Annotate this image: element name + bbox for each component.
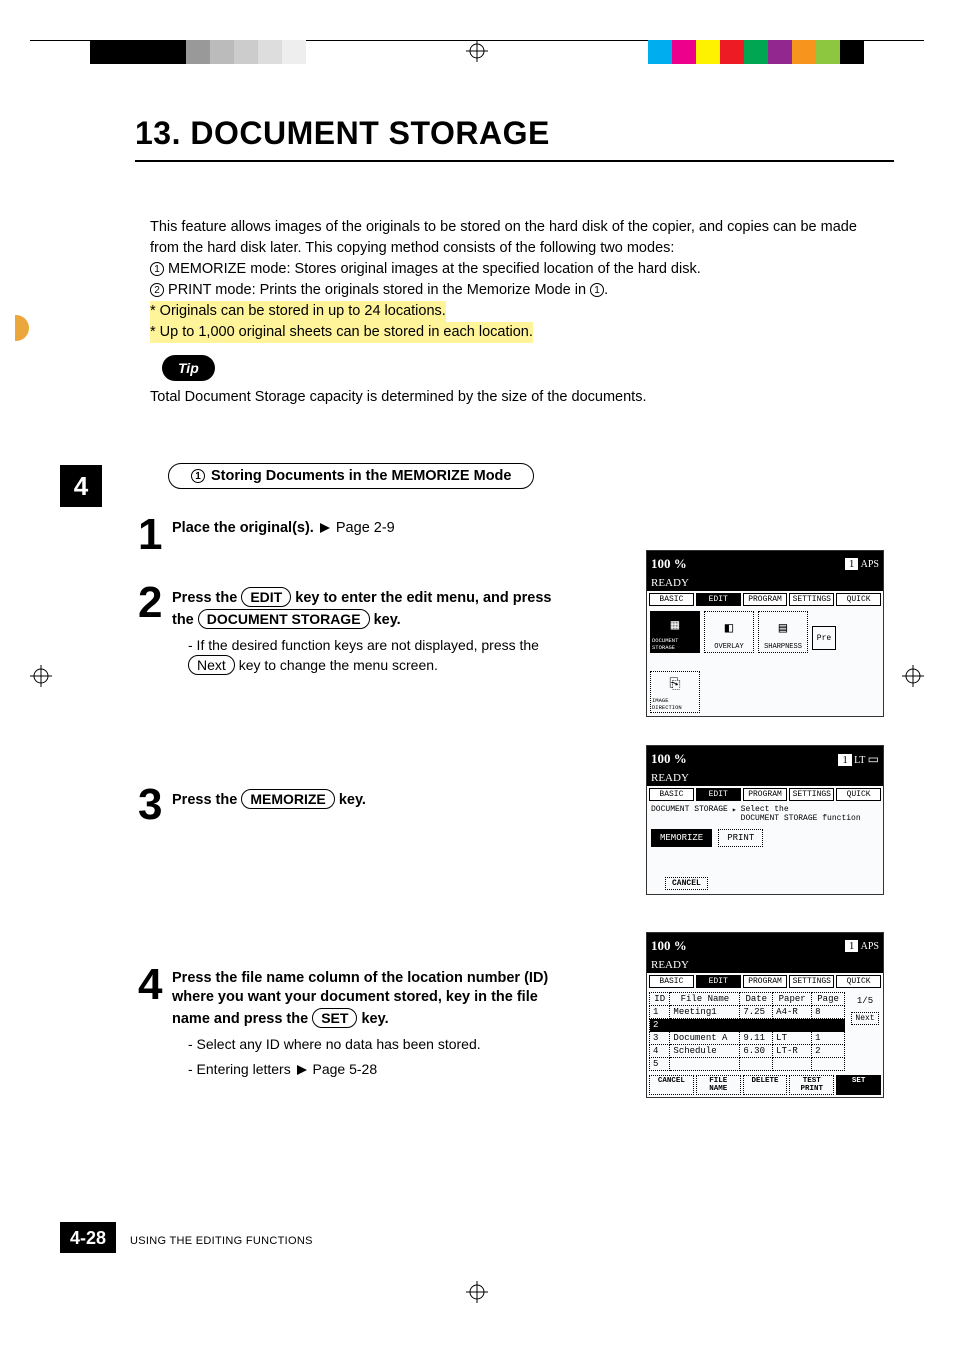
intro-block: This feature allows images of the origin… [150,217,870,408]
panel2-tabs: BASIC EDIT PROGRAM SETTINGS QUICK [647,591,883,608]
next-page-button[interactable]: Next [851,1012,878,1025]
icon-overlay[interactable]: ◧OVERLAY [704,611,754,653]
tip-text: Total Document Storage capacity is deter… [150,387,870,408]
step-1-ref: Page 2-9 [336,520,395,536]
page-content: 13. DOCUMENT STORAGE This feature allows… [60,90,894,1261]
arrow-icon [320,523,330,533]
registration-top [0,40,954,70]
step-1-bold: Place the original(s). [172,520,314,536]
table-row[interactable]: 5 [650,1058,845,1071]
panel-step4: 100 % 1 APS READY BASIC EDIT PROGRAM SET… [646,932,884,1098]
page-indicator: 1/5 [857,996,873,1006]
title-rule [135,160,894,162]
p4-delete[interactable]: DELETE [743,1075,788,1095]
registration-bottom [0,1281,954,1311]
page-number: 4-28 [60,1222,116,1253]
document-storage-key: DOCUMENT STORAGE [198,609,370,629]
file-table: ID File Name Date Paper Page 1Meeting17.… [649,992,845,1071]
tab-quick[interactable]: QUICK [836,593,881,606]
reg-blocks-left [90,40,306,64]
table-row[interactable]: 2 [650,1019,845,1032]
p4-cancel[interactable]: CANCEL [649,1075,694,1095]
intro-mode2: 2 PRINT mode: Prints the originals store… [150,280,870,301]
icon-document-storage[interactable]: ▦DOCUMENT STORAGE [650,611,700,653]
right-register-mark [902,665,924,687]
step-3-num: 3 [138,785,172,825]
panel3-ready: READY [647,772,883,786]
intro-note1: * Originals can be stored in up to 24 lo… [150,301,446,322]
center-register-mark [466,40,488,62]
p4-testprint[interactable]: TEST PRINT [789,1075,834,1095]
arrow-icon [297,1065,307,1075]
edit-key: EDIT [241,587,291,607]
step-2-num: 2 [138,583,172,623]
reg-blocks-right [648,40,864,64]
icon-image-direction[interactable]: ⎘IMAGE DIRECTION [650,671,700,713]
intro-mode1: 1 MEMORIZE mode: Stores original images … [150,259,870,280]
table-row[interactable]: 4Schedule6.30LT-R2 [650,1045,845,1058]
step-4-num: 4 [138,965,172,1005]
memorize-key: MEMORIZE [241,789,334,809]
step-2-sub: - If the desired function keys are not d… [188,636,562,675]
center-register-mark-bottom [466,1281,488,1303]
memorize-button[interactable]: MEMORIZE [651,829,712,847]
next-key: Next [188,655,235,675]
pre-button[interactable]: Pre [812,626,836,650]
step-4-sub-a: - Select any ID where no data has been s… [188,1035,562,1054]
set-key: SET [312,1008,357,1028]
cancel-button[interactable]: CANCEL [665,877,708,890]
panel-step3: 100 % 1 LT ▭ READY BASIC EDIT PROGRAM SE… [646,745,884,895]
intro-note2: * Up to 1,000 original sheets can be sto… [150,322,533,343]
side-dot [15,315,29,341]
tab-basic[interactable]: BASIC [649,593,694,606]
step-4-sub-b: - Entering letters Page 5-28 [188,1060,562,1079]
table-row[interactable]: 3Document A9.11LT1 [650,1032,845,1045]
table-row[interactable]: 1Meeting17.25A4-R8 [650,1006,845,1019]
tab-program[interactable]: PROGRAM [743,593,788,606]
icon-sharpness[interactable]: ▤SHARPNESS [758,611,808,653]
tip-badge: Tip [162,355,215,381]
p4-set[interactable]: SET [836,1075,881,1095]
panel2-ready: READY [647,577,883,591]
intro-p1: This feature allows images of the origin… [150,217,870,259]
p4-filename[interactable]: FILE NAME [696,1075,741,1095]
footer-section: USING THE EDITING FUNCTIONS [130,1235,313,1247]
tab-settings[interactable]: SETTINGS [789,593,834,606]
print-button[interactable]: PRINT [718,829,763,847]
tab-edit[interactable]: EDIT [696,593,741,606]
section-header: 1Storing Documents in the MEMORIZE Mode [168,463,534,489]
chapter-tab: 4 [60,465,102,507]
left-register-mark [30,665,52,687]
page-title: 13. DOCUMENT STORAGE [135,115,894,152]
panel4-ready: READY [647,959,883,973]
panel-step2: 100 % 1 APS READY BASIC EDIT PROGRAM SET… [646,550,884,717]
step-1-num: 1 [138,515,172,555]
footer: 4-28 USING THE EDITING FUNCTIONS [60,1222,313,1253]
